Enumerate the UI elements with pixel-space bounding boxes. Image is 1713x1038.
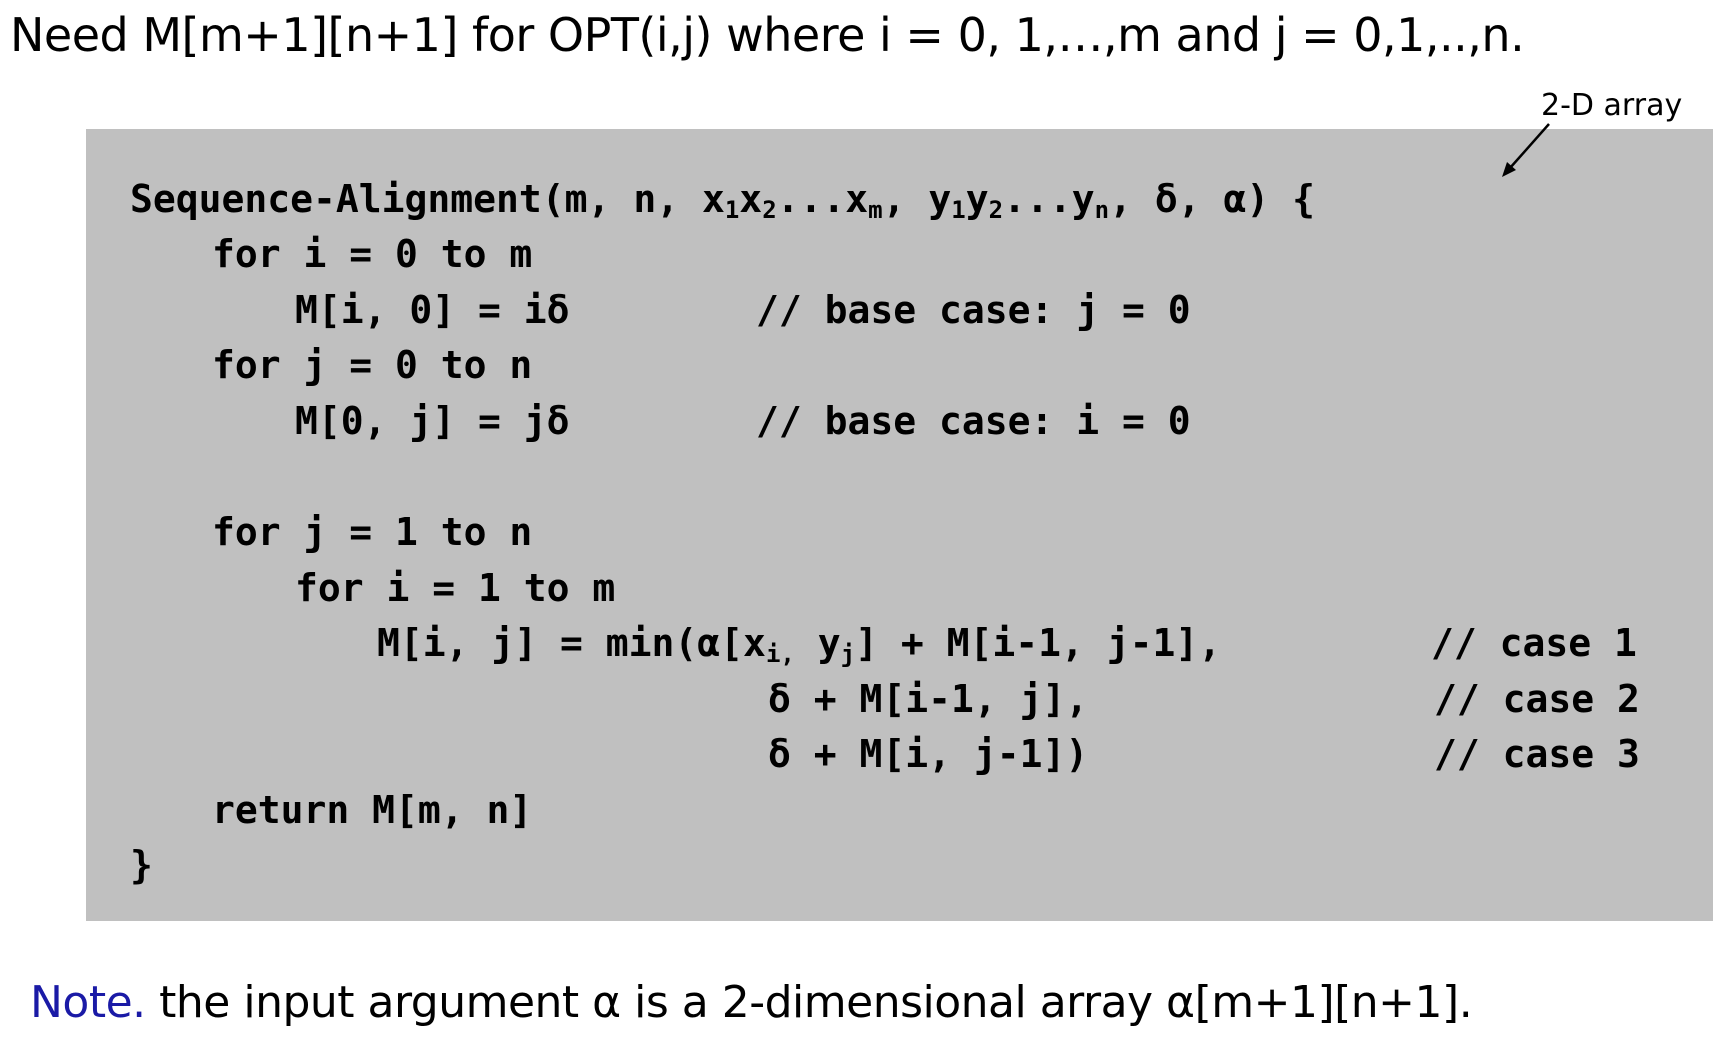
code-line-base-j: M[0, j] = jδ xyxy=(295,399,570,443)
code-comment-case-1: // case 1 xyxy=(1431,621,1637,665)
sig-x1: x xyxy=(701,177,725,221)
recurrence-sub-j: j xyxy=(840,640,856,668)
code-line-signature: Sequence-Alignment(m, n, x1x2...xm, y1y2… xyxy=(130,174,1315,224)
sig-y2: y xyxy=(965,177,989,221)
sig-yn-sub: n xyxy=(1094,196,1110,224)
sig-xm-sub: m xyxy=(868,196,883,224)
note-text: the input argument α is a 2-dimensional … xyxy=(145,977,1473,1028)
note-line: Note. the input argument α is a 2-dimens… xyxy=(30,973,1473,1033)
annotation-2d-array: 2-D array xyxy=(1541,88,1683,123)
recurrence-part-a: M[i, j] = min(α[x xyxy=(377,621,766,665)
signature-prefix: Sequence-Alignment(m, n, xyxy=(130,177,702,221)
recurrence-part-b: y xyxy=(794,621,841,665)
code-line-case-2: δ + M[i-1, j], xyxy=(768,677,1089,721)
code-comment-base-i: // base case: i = 0 xyxy=(756,399,1191,443)
code-line-return: return M[m, n] xyxy=(212,788,533,832)
sig-ydots: ... xyxy=(1003,177,1072,221)
code-comment-case-3: // case 3 xyxy=(1434,732,1640,776)
sig-sep: , xyxy=(882,177,929,221)
slide-heading: Need M[m+1][n+1] for OPT(i,j) where i = … xyxy=(10,8,1525,62)
sig-y2-sub: 2 xyxy=(988,196,1004,224)
sig-y1-sub: 1 xyxy=(951,196,966,224)
code-line-base-i: M[i, 0] = iδ xyxy=(295,288,570,332)
sig-x2: x xyxy=(739,177,763,221)
code-comment-case-2: // case 2 xyxy=(1434,677,1640,721)
sig-yn: y xyxy=(1071,177,1095,221)
note-label: Note. xyxy=(30,977,146,1028)
sig-xm: x xyxy=(845,177,869,221)
sig-xdots: ... xyxy=(776,177,846,221)
code-line-for-i: for i = 0 to m xyxy=(212,232,533,276)
sig-x2-sub: 2 xyxy=(762,196,777,224)
sig-x1-sub: 1 xyxy=(724,196,740,224)
signature-suffix: , δ, α) { xyxy=(1109,177,1315,221)
recurrence-part-c: ] + M[i-1, j-1], xyxy=(855,621,1222,665)
code-line-outer-loop: for j = 1 to n xyxy=(212,510,533,554)
code-comment-base-j: // base case: j = 0 xyxy=(756,288,1191,332)
code-line-closing-brace: } xyxy=(130,843,153,887)
sig-y1: y xyxy=(928,177,952,221)
recurrence-sub-i: i, xyxy=(765,640,795,668)
code-line-for-j: for j = 0 to n xyxy=(212,343,533,387)
pseudocode-block: Sequence-Alignment(m, n, x1x2...xm, y1y2… xyxy=(86,129,1713,921)
code-line-case-3: δ + M[i, j-1]) xyxy=(768,732,1089,776)
code-line-recurrence: M[i, j] = min(α[xi, yj] + M[i-1, j-1], xyxy=(377,618,1221,668)
code-line-inner-loop: for i = 1 to m xyxy=(295,566,616,610)
